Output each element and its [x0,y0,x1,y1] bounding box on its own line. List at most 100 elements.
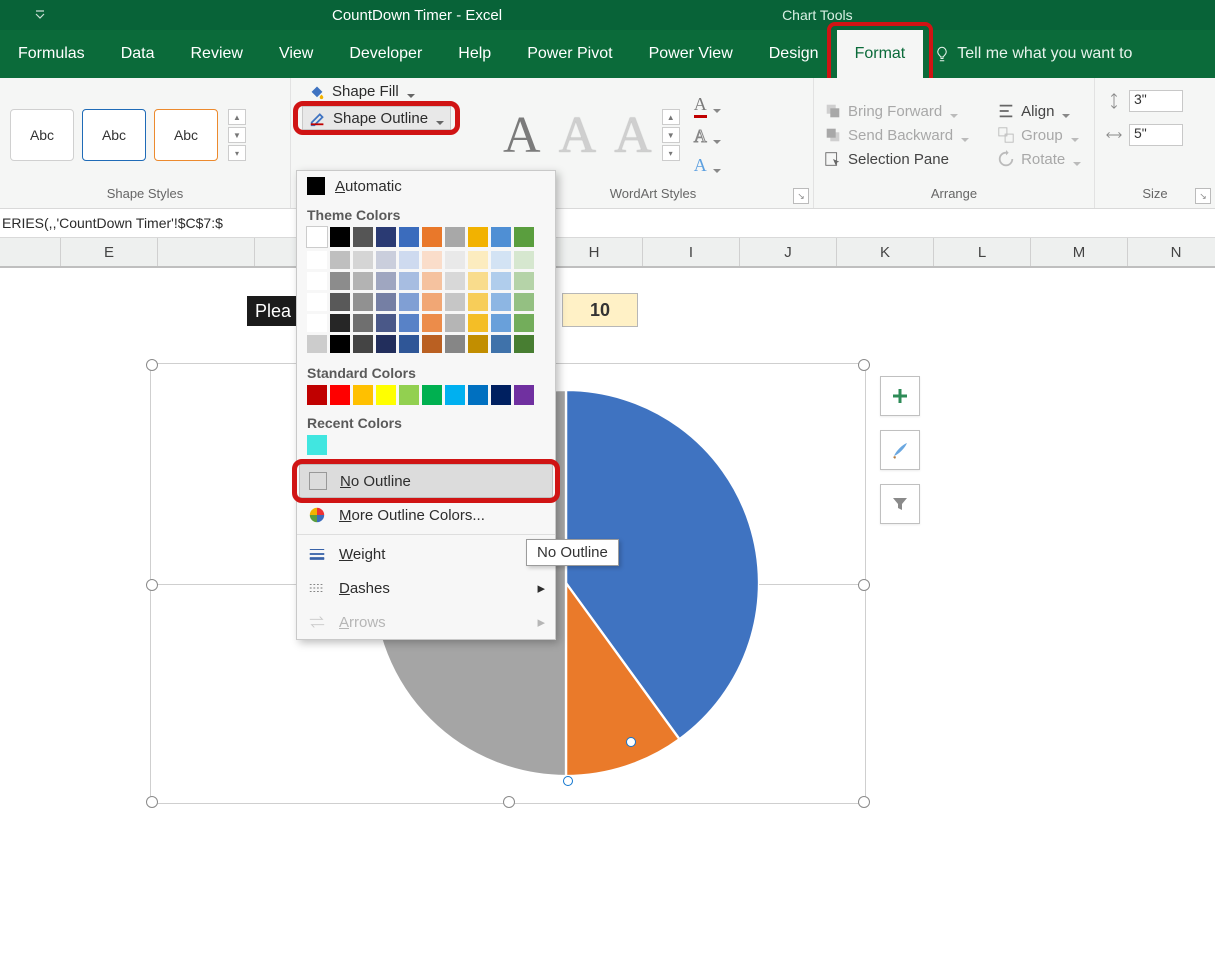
tab-review[interactable]: Review [172,30,260,78]
color-swatch[interactable] [307,272,327,290]
resize-handle-r[interactable] [858,579,870,591]
color-swatch[interactable] [307,293,327,311]
wordart-style-2[interactable]: A [559,106,597,165]
color-swatch[interactable] [514,227,534,247]
tab-power-view[interactable]: Power View [631,30,751,78]
color-swatch[interactable] [422,272,442,290]
color-swatch[interactable] [353,227,373,247]
color-swatch[interactable] [422,314,442,332]
color-swatch[interactable] [491,385,511,405]
no-outline-item[interactable]: No Outline [299,464,553,498]
color-swatch[interactable] [422,335,442,353]
gallery-scroll-up-icon[interactable]: ▲ [662,109,680,125]
chart-filters-button[interactable] [880,484,920,524]
weight-submenu-item[interactable]: Weight ▸ [297,537,555,571]
dialog-launcher-size[interactable]: ↘ [1195,188,1211,204]
gallery-more-icon[interactable]: ▾ [228,145,246,161]
color-swatch[interactable] [468,314,488,332]
color-swatch[interactable] [514,272,534,290]
color-swatch[interactable] [468,293,488,311]
color-swatch[interactable] [307,385,327,405]
col-header-H[interactable]: H [546,238,643,266]
gallery-scroll-down-icon[interactable]: ▼ [662,127,680,143]
color-swatch[interactable] [514,385,534,405]
resize-handle-bl[interactable] [146,796,158,808]
datapoint-handle[interactable] [626,737,636,747]
color-swatch[interactable] [445,293,465,311]
color-swatch[interactable] [330,314,350,332]
shape-style-thumb-3[interactable]: Abc [154,109,218,161]
color-swatch[interactable] [468,251,488,269]
tab-format[interactable]: Format [837,30,924,78]
col-header-K[interactable]: K [837,238,934,266]
text-outline-button[interactable]: A [694,126,721,147]
color-swatch[interactable] [422,251,442,269]
color-swatch[interactable] [376,335,396,353]
datapoint-handle[interactable] [563,776,573,786]
resize-handle-br[interactable] [858,796,870,808]
color-swatch[interactable] [376,272,396,290]
tab-design[interactable]: Design [751,30,837,78]
formula-bar[interactable]: ERIES(,,'CountDown Timer'!$C$7:$ [0,209,1215,238]
color-swatch[interactable] [353,272,373,290]
col-header-L[interactable]: L [934,238,1031,266]
wordart-style-3[interactable]: A [614,106,652,165]
col-header-N[interactable]: N [1128,238,1215,266]
gallery-more-icon[interactable]: ▾ [662,145,680,161]
color-swatch[interactable] [353,385,373,405]
tab-power-pivot[interactable]: Power Pivot [509,30,630,78]
qat-customize-dropdown[interactable] [28,3,52,27]
tell-me-search[interactable]: Tell me what you want to [923,30,1142,78]
text-effects-button[interactable]: A [694,155,721,176]
tab-formulas[interactable]: Formulas [0,30,103,78]
color-swatch[interactable] [468,227,488,247]
gallery-scroll-up-icon[interactable]: ▲ [228,109,246,125]
color-swatch[interactable] [422,385,442,405]
resize-handle-tr[interactable] [858,359,870,371]
shape-width-input[interactable]: 5" [1129,124,1183,146]
col-header-J[interactable]: J [740,238,837,266]
color-swatch[interactable] [330,251,350,269]
color-swatch[interactable] [307,251,327,269]
color-swatch[interactable] [468,385,488,405]
send-backward-button[interactable]: Send Backward [824,126,969,144]
col-header[interactable] [158,238,255,266]
shape-style-thumb-2[interactable]: Abc [82,109,146,161]
text-fill-button[interactable]: A [694,94,721,118]
color-swatch[interactable] [514,314,534,332]
color-swatch[interactable] [376,293,396,311]
worksheet-canvas[interactable]: Plea 10 [0,268,1215,959]
shape-width-field[interactable]: 5" [1105,124,1183,146]
tab-developer[interactable]: Developer [331,30,440,78]
color-swatch[interactable] [330,227,350,247]
color-swatch[interactable] [376,314,396,332]
color-swatch[interactable] [445,314,465,332]
rotate-button[interactable]: Rotate [997,150,1081,168]
color-swatch[interactable] [330,293,350,311]
color-swatch[interactable] [399,385,419,405]
gallery-scroll-down-icon[interactable]: ▼ [228,127,246,143]
color-swatch[interactable] [353,293,373,311]
color-swatch[interactable] [399,227,419,247]
tab-help[interactable]: Help [440,30,509,78]
wordart-style-1[interactable]: A [503,106,541,165]
color-swatch[interactable] [491,293,511,311]
color-swatch[interactable] [468,272,488,290]
chart-styles-button[interactable] [880,430,920,470]
selection-pane-button[interactable]: Selection Pane [824,150,969,168]
color-swatch[interactable] [491,335,511,353]
shape-outline-button[interactable]: Shape Outline [302,106,451,130]
dashes-submenu-item[interactable]: Dashes ▸ [297,571,555,605]
shape-fill-button[interactable]: Shape Fill [302,80,451,102]
color-swatch[interactable] [514,293,534,311]
color-swatch[interactable] [353,251,373,269]
color-swatch[interactable] [330,335,350,353]
automatic-color-item[interactable]: Automatic [297,171,555,201]
shape-style-gallery-scroll[interactable]: ▲ ▼ ▾ [228,109,246,161]
resize-handle-b[interactable] [503,796,515,808]
color-swatch[interactable] [307,435,327,455]
color-swatch[interactable] [307,314,327,332]
shape-style-thumb-1[interactable]: Abc [10,109,74,161]
resize-handle-l[interactable] [146,579,158,591]
color-swatch[interactable] [445,272,465,290]
